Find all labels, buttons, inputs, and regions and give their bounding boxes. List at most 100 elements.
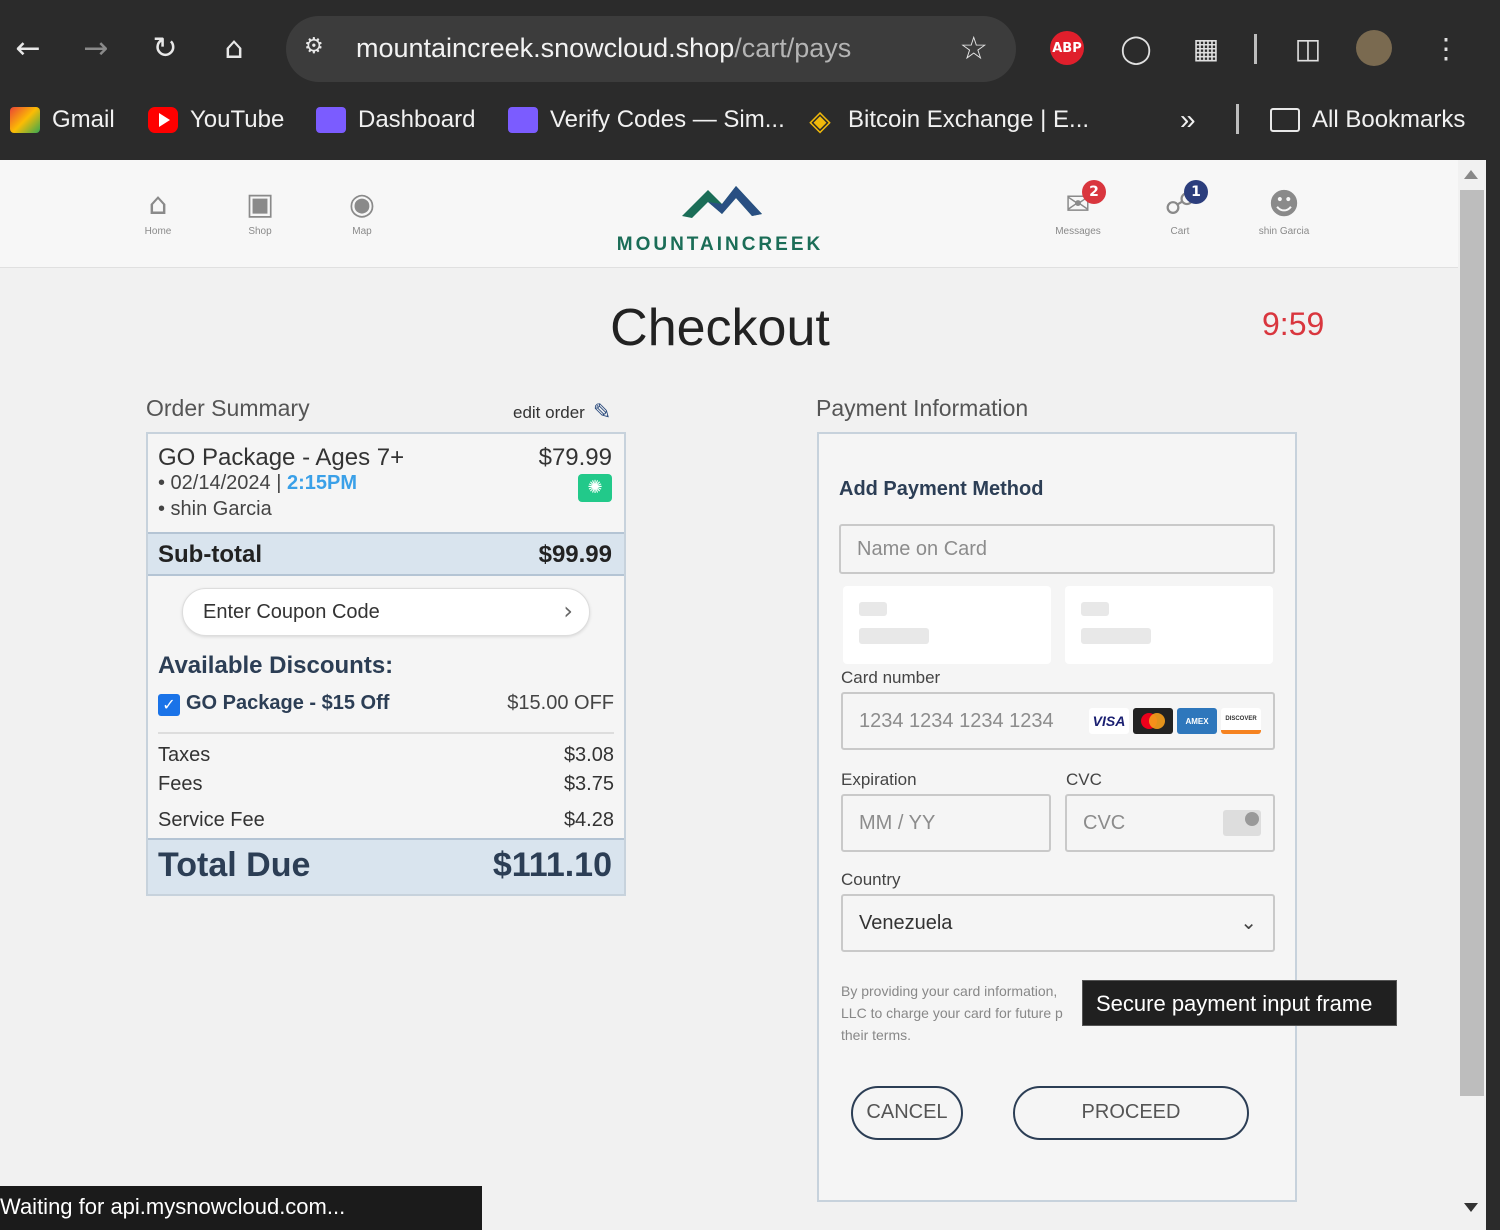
secure-frame-tooltip: Secure payment input frame <box>1082 980 1397 1026</box>
total-due-row: Total Due $111.10 <box>148 838 624 894</box>
card-brands: VISA AMEX DISCOVER <box>1089 708 1261 734</box>
extensions-puzzle-icon[interactable]: ▦ <box>1184 26 1228 70</box>
dashboard-icon <box>316 107 346 133</box>
country-value: Venezuela <box>859 912 953 934</box>
home-icon[interactable]: ⌂ <box>212 26 256 70</box>
expiration-label: Expiration <box>841 770 917 789</box>
order-summary-title: Order Summary <box>146 395 310 421</box>
verify-icon <box>508 107 538 133</box>
card-number-label: Card number <box>841 668 941 687</box>
profile-avatar-icon[interactable] <box>1356 30 1392 66</box>
wallet-button-2[interactable] <box>1065 586 1273 664</box>
cvc-field[interactable]: CVC <box>1065 794 1275 852</box>
toolbar-divider <box>1254 34 1257 64</box>
proceed-button[interactable]: PROCEED <box>1013 1086 1249 1140</box>
bookmark-dashboard[interactable]: Dashboard <box>316 102 475 138</box>
bookmarks-bar: Gmail YouTube Dashboard Verify Codes — S… <box>0 96 1500 144</box>
country-select[interactable]: Venezuela ⌄ <box>841 894 1275 952</box>
edit-order-label: edit order <box>513 402 585 422</box>
wallet-button-1[interactable] <box>843 586 1051 664</box>
shield-extension-icon[interactable]: ◯ <box>1114 26 1158 70</box>
bookmark-verify-codes[interactable]: Verify Codes — Sim... <box>508 102 785 138</box>
discover-icon: DISCOVER <box>1221 708 1261 734</box>
address-bar[interactable]: ⚙ mountaincreek.snowcloud.shop/cart/pays… <box>286 16 1016 82</box>
scroll-down-icon[interactable] <box>1464 1203 1478 1212</box>
nav-map[interactable]: ◉ Map <box>332 187 392 238</box>
coupon-code-button[interactable]: Enter Coupon Code › <box>182 588 590 636</box>
home-icon: ⌂ <box>148 187 168 222</box>
item-guest: • shin Garcia <box>158 498 272 520</box>
item-price: $79.99 <box>538 444 612 471</box>
discount-name: GO Package - $15 Off <box>186 692 390 714</box>
mountaincreek-logo[interactable]: MOUNTAINCREEK <box>612 176 828 256</box>
item-time: 2:15PM <box>286 472 357 494</box>
nav-messages[interactable]: ✉ 2 Messages <box>1048 180 1108 237</box>
cvc-card-icon <box>1223 810 1261 836</box>
cart-badge: 1 <box>1184 180 1208 204</box>
adblock-plus-icon[interactable]: ABP <box>1050 31 1084 65</box>
bookmarks-overflow-icon[interactable]: » <box>1180 102 1196 138</box>
subtotal-row: Sub-total $99.99 <box>148 532 624 576</box>
countdown-timer: 9:59 <box>1262 306 1325 342</box>
scrollbar-thumb[interactable] <box>1460 190 1484 1096</box>
bookmark-gmail[interactable]: Gmail <box>10 102 115 138</box>
card-number-placeholder: 1234 1234 1234 1234 <box>859 710 1054 732</box>
discount-checkbox[interactable]: ✓ <box>158 694 180 716</box>
window-edge <box>1486 160 1500 1230</box>
nav-user-label: shin Garcia <box>1258 226 1310 237</box>
discount-value: $15.00 OFF <box>507 692 614 714</box>
amex-icon: AMEX <box>1177 708 1217 734</box>
browser-menu-icon[interactable]: ⋮ <box>1424 26 1468 70</box>
map-pin-icon: ◉ <box>348 187 376 222</box>
cart-icon: ☍ 1 <box>1150 180 1210 222</box>
nav-home[interactable]: ⌂ Home <box>128 187 188 238</box>
nav-home-label: Home <box>144 226 172 237</box>
total-value: $111.10 <box>492 846 612 884</box>
user-icon: ☻ <box>1268 187 1300 222</box>
gmail-icon <box>10 107 40 133</box>
add-payment-method-title: Add Payment Method <box>839 478 1044 500</box>
cvc-label: CVC <box>1066 770 1102 789</box>
card-number-field[interactable]: 1234 1234 1234 1234 VISA AMEX DISCOVER <box>841 692 1275 750</box>
reload-icon[interactable]: ↻ <box>143 26 187 70</box>
status-bar: Waiting for api.mysnowcloud.com... <box>0 1186 482 1230</box>
bookmarks-divider <box>1236 104 1239 134</box>
side-panel-icon[interactable]: ◫ <box>1286 26 1330 70</box>
page-scrollbar[interactable] <box>1458 160 1486 1230</box>
scroll-up-icon[interactable] <box>1464 170 1478 179</box>
subtotal-label: Sub-total <box>158 541 262 568</box>
nav-user[interactable]: ☻ shin Garcia <box>1254 187 1314 238</box>
item-date-time: • 02/14/2024 | 2:15PM <box>158 472 357 494</box>
loading-badge-icon: ✺ <box>578 474 612 502</box>
all-bookmarks[interactable]: All Bookmarks <box>1270 102 1465 138</box>
envelope-icon: ✉ 2 <box>1048 180 1108 222</box>
page-title: Checkout <box>610 299 830 357</box>
cancel-button[interactable]: CANCEL <box>851 1086 963 1140</box>
item-name: GO Package - Ages 7+ <box>158 444 405 471</box>
expiration-field[interactable]: MM / YY <box>841 794 1051 852</box>
nav-cart-label: Cart <box>1170 226 1190 237</box>
bookmark-star-icon[interactable]: ☆ <box>959 29 988 67</box>
edit-order-link[interactable]: edit order ✎ <box>513 400 611 425</box>
back-icon[interactable]: ← <box>6 26 50 70</box>
nav-cart[interactable]: ☍ 1 Cart <box>1150 180 1210 237</box>
logo-text: MOUNTAINCREEK <box>616 234 824 255</box>
nav-shop[interactable]: ▣ Shop <box>230 188 290 238</box>
bookmark-youtube[interactable]: YouTube <box>148 102 284 138</box>
url-text[interactable]: mountaincreek.snowcloud.shop/cart/pays <box>356 33 851 64</box>
total-label: Total Due <box>158 846 311 884</box>
nav-messages-label: Messages <box>1055 226 1101 237</box>
fee-row-taxes: Taxes $3.08 <box>158 744 614 766</box>
name-on-card-field[interactable]: Name on Card <box>839 524 1275 574</box>
youtube-icon <box>148 107 178 133</box>
nav-shop-label: Shop <box>248 226 272 237</box>
browser-chrome: ← → ↻ ⌂ ⚙ mountaincreek.snowcloud.shop/c… <box>0 0 1500 160</box>
subtotal-value: $99.99 <box>538 541 612 568</box>
payment-box: Add Payment Method Name on Card Card num… <box>817 432 1297 1202</box>
chevron-down-icon: ⌄ <box>1240 910 1257 934</box>
bookmark-bitcoin-exchange[interactable]: ◈ Bitcoin Exchange | E... <box>804 102 1089 138</box>
messages-badge: 2 <box>1082 180 1106 204</box>
site-settings-icon[interactable]: ⚙ <box>304 34 334 64</box>
site-header: ⌂ Home ▣ Shop ◉ Map MOUNTAINCREEK ✉ 2 Mes… <box>0 160 1458 268</box>
forward-icon[interactable]: → <box>74 26 118 70</box>
